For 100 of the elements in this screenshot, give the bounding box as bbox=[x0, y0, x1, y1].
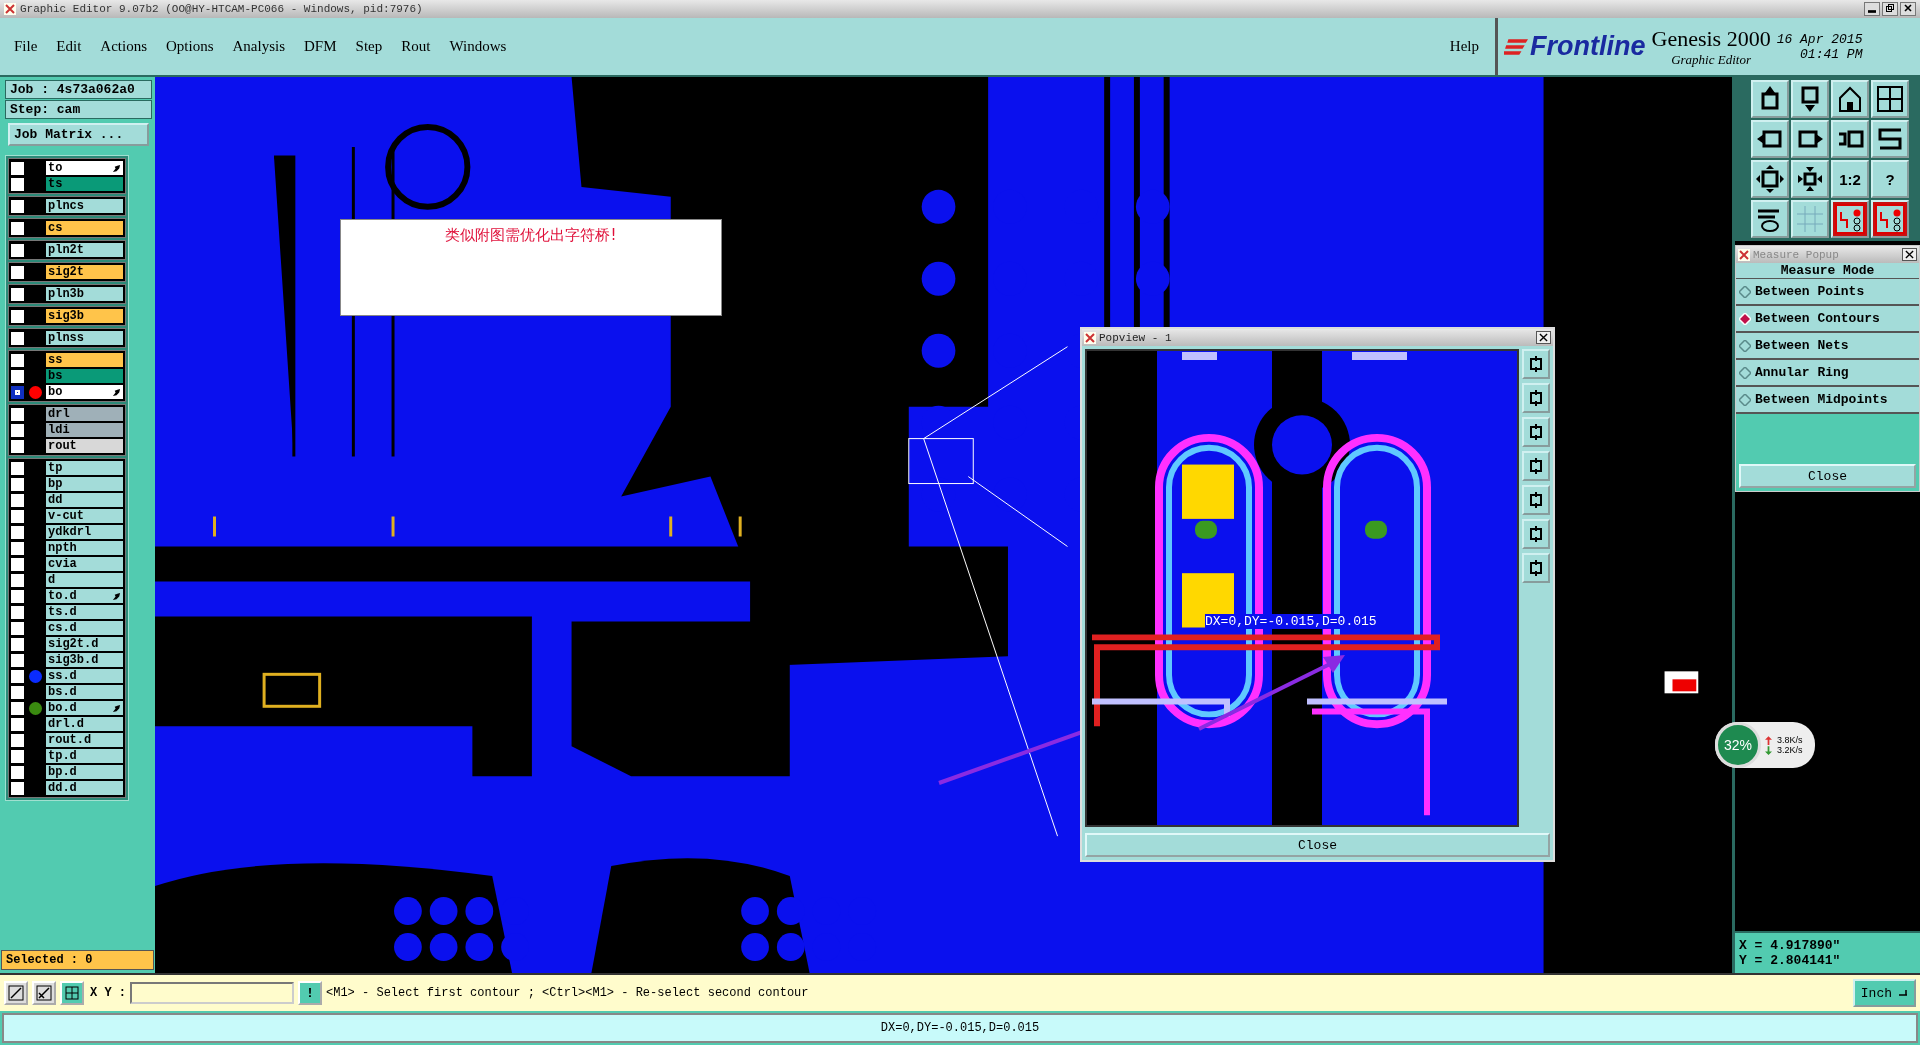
layer-item[interactable]: bp.d bbox=[46, 765, 123, 779]
layer-item[interactable]: ts bbox=[46, 177, 123, 191]
help-menu[interactable]: Help bbox=[1449, 38, 1479, 55]
layer-item[interactable]: dd bbox=[46, 493, 123, 507]
prompt-text: <M1> - Select first contour ; <Ctrl><M1> - Re-select second contour bbox=[326, 986, 810, 1000]
layer-item[interactable]: sig2t bbox=[46, 265, 123, 279]
route-icon[interactable] bbox=[1871, 120, 1909, 158]
restore-icon bbox=[1885, 3, 1895, 13]
layer-item[interactable]: rout bbox=[46, 439, 123, 453]
layer-item[interactable]: ss.d bbox=[46, 669, 123, 683]
layer-item[interactable]: to bbox=[46, 161, 123, 175]
measure-mode-option[interactable]: Between Nets bbox=[1736, 333, 1919, 360]
layer-item[interactable]: cs.d bbox=[46, 621, 123, 635]
measure-mode-option[interactable]: Annular Ring bbox=[1736, 360, 1919, 387]
hand-icon bbox=[112, 591, 121, 601]
menu-item[interactable]: Windows bbox=[449, 38, 507, 55]
unit-selector[interactable]: Inch bbox=[1852, 979, 1916, 1007]
left-icon[interactable] bbox=[1751, 120, 1789, 158]
up-icon[interactable] bbox=[1751, 80, 1789, 118]
menu-item[interactable]: Actions bbox=[100, 38, 147, 55]
layer-item[interactable]: dd.d bbox=[46, 781, 123, 795]
toolbar-button[interactable]: 1:2 bbox=[1831, 160, 1869, 198]
window-title: Graphic Editor 9.07b2 (OO@HY-HTCAM-PC066 - Windows, pid:7976) bbox=[20, 3, 423, 15]
minimize-button[interactable] bbox=[1864, 2, 1880, 16]
layer-item[interactable]: rout.d bbox=[46, 733, 123, 747]
menu-item[interactable]: Analysis bbox=[232, 38, 286, 55]
upload-arrow-icon bbox=[1765, 735, 1772, 745]
select-tool-icon[interactable] bbox=[4, 981, 28, 1005]
layer-item[interactable]: ss bbox=[46, 353, 123, 367]
layer-item[interactable]: sig3b.d bbox=[46, 653, 123, 667]
net-icon[interactable] bbox=[1871, 200, 1909, 238]
layer-item[interactable]: sig3b bbox=[46, 309, 123, 323]
layer-item[interactable]: ts.d bbox=[46, 605, 123, 619]
menu-item[interactable]: Step bbox=[355, 38, 383, 55]
layer-item[interactable]: bs.d bbox=[46, 685, 123, 699]
upload-rate: 3.8K/s bbox=[1777, 735, 1803, 745]
hand-icon bbox=[112, 703, 121, 713]
expand-icon[interactable] bbox=[1751, 160, 1789, 198]
layer-item[interactable]: tp bbox=[46, 461, 123, 475]
restore-button[interactable] bbox=[1882, 2, 1898, 16]
layer-item[interactable]: cs bbox=[46, 221, 123, 235]
close-button[interactable] bbox=[1902, 248, 1917, 261]
layer-item[interactable]: bo.d bbox=[46, 701, 123, 715]
home-icon[interactable] bbox=[1831, 80, 1869, 118]
layer-item[interactable]: bo bbox=[46, 385, 123, 399]
menu-item[interactable]: DFM bbox=[304, 38, 337, 55]
right-icon[interactable] bbox=[1791, 120, 1829, 158]
status-text: DX=0,DY=-0.015,D=0.015 bbox=[880, 1021, 1040, 1035]
down-icon[interactable] bbox=[1791, 80, 1829, 118]
layer-item[interactable]: sig2t.d bbox=[46, 637, 123, 651]
coordinate-input[interactable] bbox=[130, 982, 294, 1004]
x-coordinate: X = 4.917890" bbox=[1739, 938, 1842, 953]
close-button[interactable] bbox=[1900, 2, 1916, 16]
selection-count: Selected : 0 bbox=[1, 950, 154, 970]
job-matrix-button[interactable]: Job Matrix ... bbox=[8, 123, 149, 146]
layer-item[interactable]: drl.d bbox=[46, 717, 123, 731]
shrink-icon[interactable] bbox=[1791, 160, 1829, 198]
toolbar-button[interactable]: ? bbox=[1871, 160, 1909, 198]
layer-item[interactable]: d bbox=[46, 573, 123, 587]
measure-mode-option[interactable]: Between Contours bbox=[1736, 306, 1919, 333]
measure-mode-option[interactable]: Between Midpoints bbox=[1736, 387, 1919, 414]
minimize-icon bbox=[1868, 10, 1876, 13]
measure-mode-option[interactable]: Between Points bbox=[1736, 279, 1919, 306]
menu-item[interactable]: Rout bbox=[401, 38, 431, 55]
xy-label: X Y : bbox=[90, 986, 126, 1000]
alert-button[interactable]: ! bbox=[298, 981, 322, 1005]
snap-tool-icon[interactable] bbox=[60, 981, 84, 1005]
menu-item[interactable]: File bbox=[14, 38, 38, 55]
product-name: Genesis 2000 bbox=[1651, 25, 1771, 52]
dropdown-icon bbox=[1898, 989, 1908, 997]
grid-icon[interactable] bbox=[1871, 80, 1909, 118]
logo-text: Frontline bbox=[1530, 31, 1646, 62]
product-subtitle: Graphic Editor bbox=[1671, 51, 1751, 68]
measure-tool-icon[interactable] bbox=[32, 981, 56, 1005]
menu-item[interactable]: Options bbox=[166, 38, 214, 55]
layer-item[interactable]: ldi bbox=[46, 423, 123, 437]
layer-item[interactable]: cvia bbox=[46, 557, 123, 571]
layer-item[interactable]: v-cut bbox=[46, 509, 123, 523]
measure-mode-heading: Measure Mode bbox=[1736, 263, 1919, 279]
layer-checkbox[interactable] bbox=[11, 385, 24, 399]
download-arrow-icon bbox=[1765, 745, 1772, 755]
layer-item[interactable]: to.d bbox=[46, 589, 123, 603]
layer-item[interactable]: plnss bbox=[46, 331, 123, 345]
time-text: 01:41 PM bbox=[1800, 46, 1863, 62]
close-button[interactable]: Close bbox=[1739, 464, 1916, 488]
layer-item[interactable]: pln2t bbox=[46, 243, 123, 257]
layer-item[interactable]: bs bbox=[46, 369, 123, 383]
layer-item[interactable]: npth bbox=[46, 541, 123, 555]
layer-item[interactable]: drl bbox=[46, 407, 123, 421]
layer-item[interactable]: plncs bbox=[46, 199, 123, 213]
date-text: 16 Apr 2015 bbox=[1776, 31, 1863, 47]
layer-item[interactable]: ydkdrl bbox=[46, 525, 123, 539]
layer-item[interactable]: pln3b bbox=[46, 287, 123, 301]
y-coordinate: Y = 2.804141" bbox=[1739, 953, 1842, 968]
app-icon bbox=[4, 3, 16, 15]
menu-item[interactable]: Edit bbox=[56, 38, 82, 55]
download-rate: 3.2K/s bbox=[1777, 745, 1803, 755]
net-icon[interactable] bbox=[1831, 200, 1869, 238]
layer-item[interactable]: bp bbox=[46, 477, 123, 491]
layer-item[interactable]: tp.d bbox=[46, 749, 123, 763]
